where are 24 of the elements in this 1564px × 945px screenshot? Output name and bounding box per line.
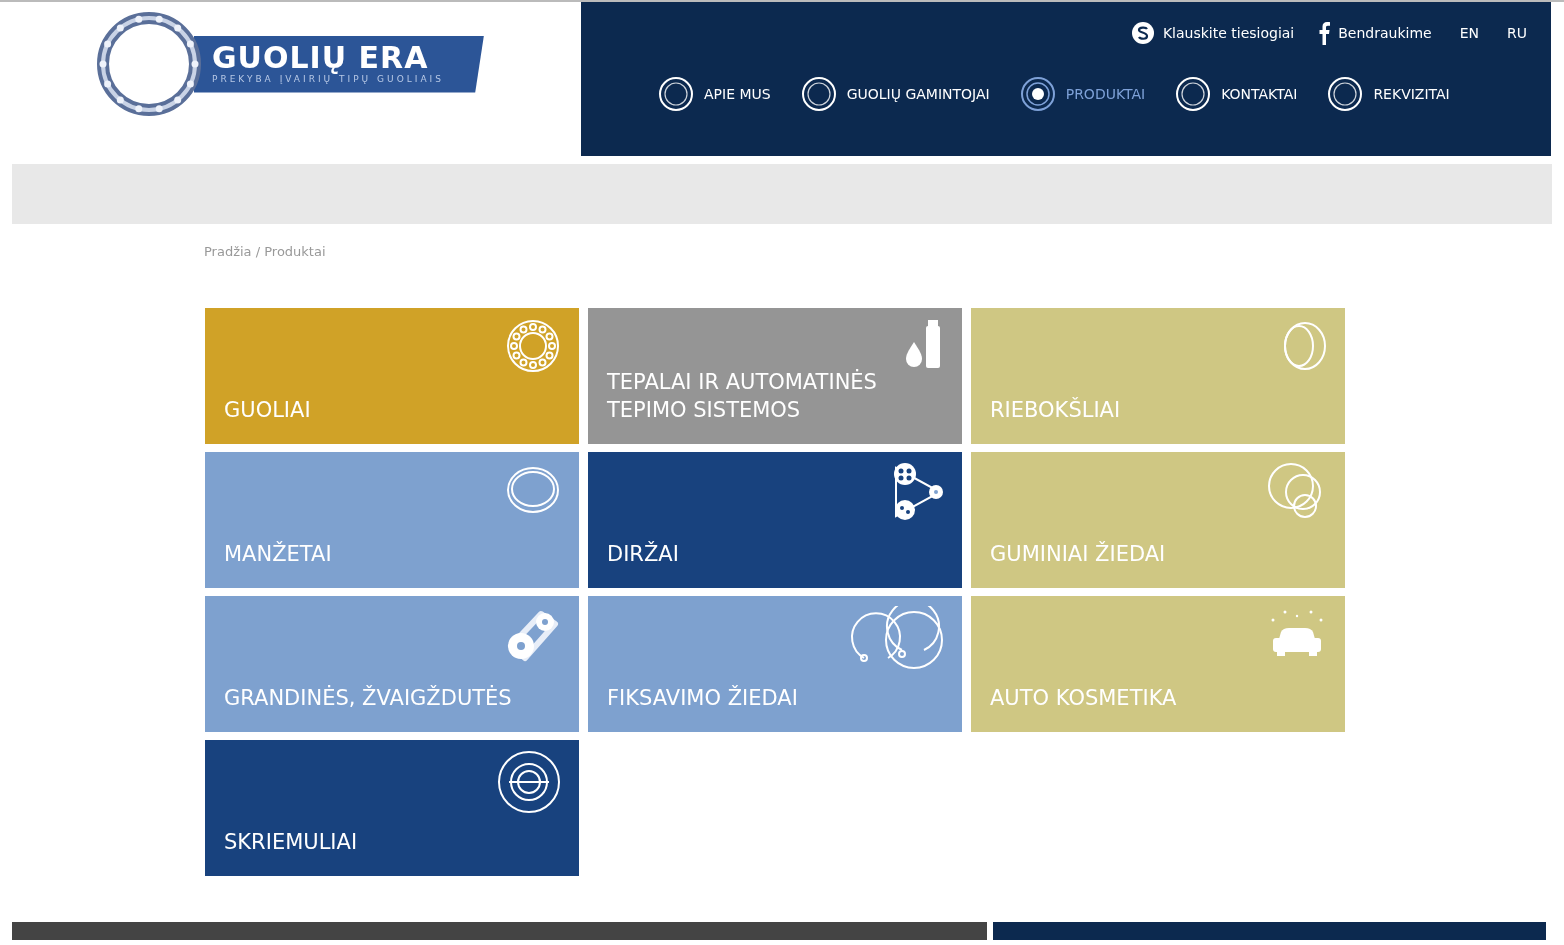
nav-link[interactable]: APIE MUS [658,76,771,112]
bearing-icon [505,317,561,374]
radio-icon [1327,76,1364,112]
breadcrumb: Pradžia / Produktai [203,243,327,261]
pulley-icon [497,749,561,814]
language-link[interactable]: RU [1507,22,1527,44]
nav-link[interactable]: GUOLIŲ GAMINTOJAI [800,76,990,112]
category-tile[interactable]: DIRŽAI [588,451,962,588]
facebook-icon [1318,21,1331,45]
nav-link[interactable]: KONTAKTAI [1175,76,1298,112]
nav-link[interactable]: PRODUKTAI [1019,76,1146,112]
skype-icon [1130,21,1155,45]
radio-icon [1019,76,1056,112]
radio-icon [658,76,694,112]
chat-link[interactable]: Klauskite tiesiogiai [1130,21,1295,45]
logo[interactable]: GUOLIŲ ERA PREKYBA ĮVAIRIŲ TIPŲ GUOLIAIS [194,35,484,93]
bearing-icon [96,11,202,117]
belt-drive-icon [892,461,944,520]
language-link[interactable]: EN [1459,22,1479,44]
radio-icon [800,76,837,112]
social-link[interactable]: Bendraukime [1318,21,1432,45]
radio-icon [1175,76,1212,112]
category-tile[interactable]: SKRIEMULIAI [205,739,579,876]
nav-link[interactable]: REKVIZITAI [1327,76,1450,112]
